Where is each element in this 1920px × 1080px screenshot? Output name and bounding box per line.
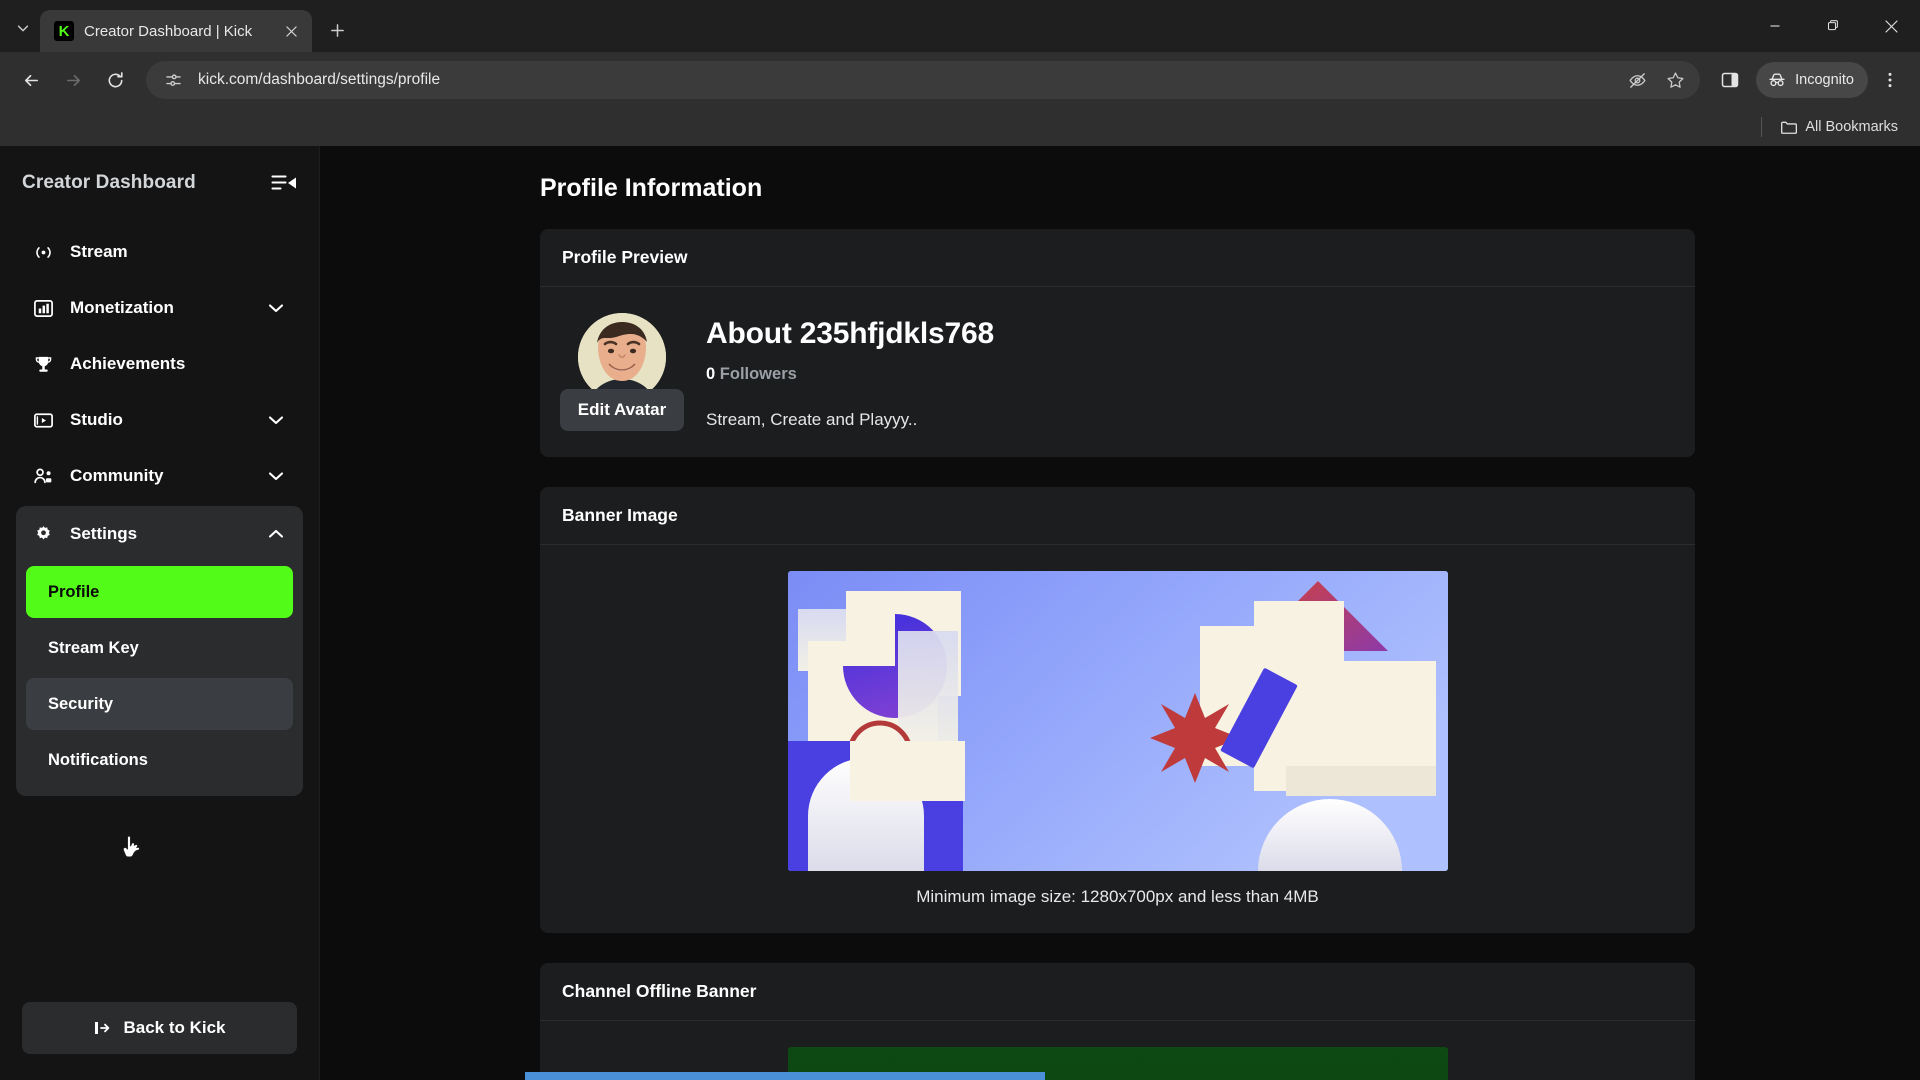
sidebar-item-community[interactable]: Community [16, 448, 303, 504]
back-arrow-icon[interactable] [12, 61, 50, 99]
chevron-down-icon[interactable] [265, 465, 287, 487]
sidebar-item-achievements[interactable]: Achievements [16, 336, 303, 392]
all-bookmarks-button[interactable]: All Bookmarks [1772, 115, 1906, 140]
main-content: Profile Information Profile Preview Edit… [320, 146, 1920, 1080]
favicon-letter: K [58, 22, 70, 40]
chevron-up-icon[interactable] [265, 523, 287, 545]
tab-search-icon[interactable] [6, 11, 40, 45]
sidebar-item-settings[interactable]: Settings [16, 506, 303, 562]
sidebar-item-stream[interactable]: Stream [16, 224, 303, 280]
incognito-icon [1767, 70, 1787, 90]
card-body: Minimum image size: 1280x700px and less … [540, 545, 1695, 933]
followers-row: 0 Followers [706, 365, 994, 384]
page-content: Creator Dashboard Stream Monetization Ac… [0, 146, 1920, 1080]
card-title: Channel Offline Banner [540, 963, 1695, 1021]
sidebar-subitem-label: Security [48, 694, 114, 713]
video-panel-icon [32, 410, 54, 431]
main-inner: Profile Information Profile Preview Edit… [540, 174, 1695, 1080]
star-icon[interactable] [1662, 67, 1688, 93]
card-title: Banner Image [540, 487, 1695, 545]
browser-tab-strip: K Creator Dashboard | Kick [0, 0, 1920, 52]
card-body: Edit Avatar About 235hfjdkls768 0 Follow… [540, 287, 1695, 457]
sidebar-item-studio[interactable]: Studio [16, 392, 303, 448]
banner-wrap: Minimum image size: 1280x700px and less … [562, 571, 1673, 907]
sidebar-item-label: Monetization [70, 298, 174, 317]
sidebar-item-monetization[interactable]: Monetization [16, 280, 303, 336]
folder-icon [1780, 119, 1798, 136]
all-bookmarks-label: All Bookmarks [1805, 119, 1898, 135]
new-tab-button[interactable] [320, 13, 354, 47]
incognito-label: Incognito [1795, 72, 1854, 88]
page-settings-icon[interactable] [160, 67, 186, 93]
window-controls [1746, 0, 1920, 52]
forward-arrow-icon[interactable] [54, 61, 92, 99]
minimize-icon[interactable] [1746, 0, 1804, 52]
follower-label: Followers [719, 365, 797, 383]
exit-icon [93, 1019, 111, 1037]
sidebar-subitem-label: Notifications [48, 750, 148, 769]
sidebar-title: Creator Dashboard [22, 172, 196, 193]
collapse-sidebar-icon[interactable] [271, 172, 297, 194]
url-text[interactable]: kick.com/dashboard/settings/profile [198, 71, 1612, 89]
profile-bio: Stream, Create and Playyy.. [706, 410, 918, 429]
page-title: Profile Information [540, 174, 763, 202]
follower-count: 0 [706, 365, 716, 383]
chevron-down-icon[interactable] [265, 409, 287, 431]
sidebar-item-security[interactable]: Security [26, 678, 293, 730]
bottom-progress-bar [525, 1072, 1045, 1080]
sidebar-item-label: Stream [70, 242, 128, 261]
about-title: About 235hfjdkls768 [706, 317, 994, 350]
restore-icon[interactable] [1804, 0, 1862, 52]
back-to-kick-button[interactable]: Back to Kick [22, 1002, 297, 1054]
broadcast-icon [32, 242, 54, 263]
sidebar-subitem-label: Profile [48, 582, 100, 601]
trophy-icon [32, 354, 54, 375]
banner-caption: Minimum image size: 1280x700px and less … [916, 887, 1319, 906]
card-title: Profile Preview [540, 229, 1695, 287]
tab-title: Creator Dashboard | Kick [84, 22, 253, 40]
sidebar-item-label: Community [70, 466, 164, 485]
sidebar-item-notifications[interactable]: Notifications [26, 734, 293, 786]
bookmarks-bar: All Bookmarks [0, 108, 1920, 146]
tab-strip-left: K Creator Dashboard | Kick [0, 0, 354, 52]
bookmarks-divider [1761, 117, 1763, 137]
sidebar-item-label: Settings [70, 524, 138, 543]
avatar-column: Edit Avatar [559, 313, 685, 431]
sidebar-subitem-label: Stream Key [48, 638, 139, 657]
chevron-down-icon[interactable] [265, 297, 287, 319]
browser-toolbar: kick.com/dashboard/settings/profile Inco [0, 52, 1920, 108]
gear-icon [32, 524, 54, 545]
profile-preview-card: Profile Preview Edit Avatar About 235hfj… [540, 229, 1695, 457]
side-panel-icon[interactable] [1712, 62, 1748, 98]
sidebar-nav: Stream Monetization Achievements Studio … [16, 224, 303, 796]
sidebar-item-profile[interactable]: Profile [26, 566, 293, 618]
profile-info-column: About 235hfjdkls768 0 Followers Stream, … [706, 313, 994, 431]
back-to-kick-label: Back to Kick [123, 1018, 226, 1037]
edit-avatar-button[interactable]: Edit Avatar [559, 389, 685, 431]
tab-close-icon[interactable] [280, 20, 302, 42]
preview-row: Edit Avatar About 235hfjdkls768 0 Follow… [559, 313, 1673, 431]
sidebar-group-settings: Settings Profile Stream Key Security Not… [16, 506, 303, 796]
sidebar-item-label: Studio [70, 410, 123, 429]
offline-banner-card: Channel Offline Banner [540, 963, 1695, 1080]
window-close-icon[interactable] [1862, 0, 1920, 52]
sidebar-header: Creator Dashboard [16, 146, 303, 202]
three-dot-menu-icon[interactable] [1872, 62, 1908, 98]
people-icon [32, 466, 54, 487]
kick-favicon-icon: K [54, 21, 74, 41]
banner-image-card: Banner Image Minimum image size: 1280x70… [540, 487, 1695, 933]
eye-off-icon[interactable] [1624, 67, 1650, 93]
avatar [578, 313, 666, 401]
sidebar-item-label: Achievements [70, 354, 186, 373]
sidebar: Creator Dashboard Stream Monetization Ac… [0, 146, 320, 1080]
browser-tab[interactable]: K Creator Dashboard | Kick [40, 10, 312, 52]
banner-image-preview[interactable] [787, 571, 1448, 871]
reload-icon[interactable] [96, 61, 134, 99]
bar-chart-icon [32, 298, 54, 319]
sidebar-item-stream-key[interactable]: Stream Key [26, 622, 293, 674]
incognito-profile-button[interactable]: Incognito [1756, 62, 1868, 98]
address-bar[interactable]: kick.com/dashboard/settings/profile [146, 61, 1701, 99]
